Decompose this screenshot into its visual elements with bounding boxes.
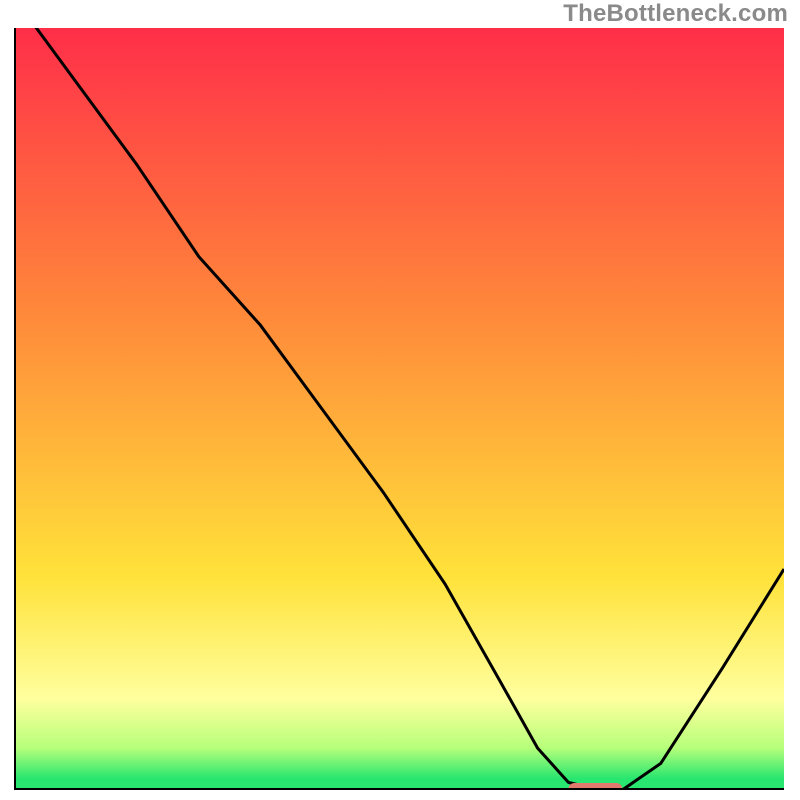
gradient-background [14, 28, 784, 790]
watermark-text: TheBottleneck.com [563, 0, 788, 28]
chart-container: TheBottleneck.com [0, 0, 800, 800]
plot-area [14, 28, 784, 790]
chart-svg [14, 28, 784, 790]
